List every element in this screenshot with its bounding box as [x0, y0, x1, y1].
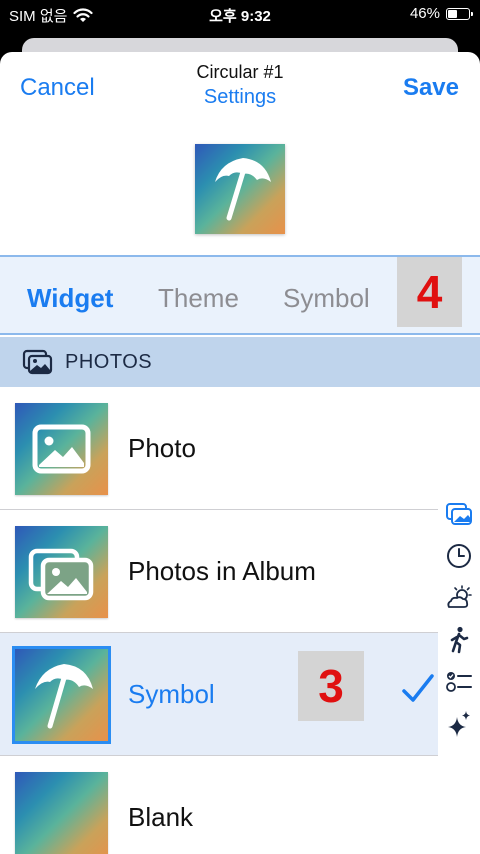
battery: 46% — [409, 5, 473, 22]
section-label: PHOTOS — [65, 351, 153, 373]
photos-icon[interactable] — [444, 499, 474, 529]
section-index — [438, 499, 480, 764]
clock-icon[interactable] — [444, 541, 474, 571]
umbrella-icon — [35, 664, 93, 729]
battery-percent: 46% — [409, 5, 440, 22]
row-label: Photos in Album — [128, 556, 316, 586]
list-item-photos-in-album[interactable]: Photos in Album — [0, 510, 438, 633]
tab-symbol[interactable]: Symbol — [283, 283, 370, 314]
row-thumbnail — [15, 772, 108, 854]
tab-widget[interactable]: Widget — [27, 283, 113, 314]
annotation-badge-4: 4 — [397, 257, 462, 327]
row-thumbnail — [15, 526, 108, 618]
photos-album-icon — [28, 548, 94, 601]
checkmark-icon — [402, 674, 434, 702]
widget-preview — [195, 144, 285, 234]
annotation-badge-3: 3 — [298, 651, 364, 721]
row-thumbnail — [15, 403, 108, 495]
photo-icon — [32, 424, 91, 474]
tab-bar: Widget Theme Symbol 4 — [0, 255, 480, 335]
list-item-symbol[interactable]: Symbol 3 — [0, 633, 438, 756]
photos-icon — [22, 349, 53, 375]
walking-icon[interactable] — [444, 625, 474, 655]
nav-bar: Cancel Circular #1 Settings Save — [0, 52, 480, 142]
row-label: Photo — [128, 433, 196, 463]
row-label: Symbol — [128, 679, 215, 709]
section-header-photos: PHOTOS — [0, 337, 480, 387]
umbrella-icon — [215, 158, 271, 221]
list-item-blank[interactable]: Blank — [0, 756, 438, 854]
list-item-photo[interactable]: Photo — [0, 387, 438, 510]
tab-theme[interactable]: Theme — [158, 283, 239, 314]
status-bar: SIM 없음 오후 9:32 46% — [0, 0, 480, 30]
row-thumbnail — [12, 646, 111, 744]
settings-sheet: Cancel Circular #1 Settings Save Widget … — [0, 52, 480, 854]
save-button[interactable]: Save — [403, 74, 459, 102]
checklist-icon[interactable] — [444, 667, 474, 697]
sparkles-icon[interactable] — [444, 709, 474, 739]
battery-icon — [446, 7, 473, 20]
weather-icon[interactable] — [444, 583, 474, 613]
clock: 오후 9:32 — [209, 8, 271, 25]
row-label: Blank — [128, 802, 194, 832]
